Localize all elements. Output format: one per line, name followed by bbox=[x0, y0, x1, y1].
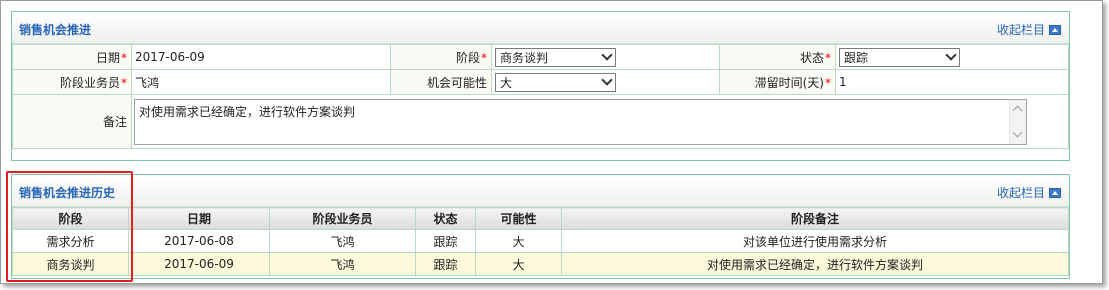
panel-header: 销售机会推进 收起栏目 bbox=[12, 12, 1069, 44]
table-cell: 需求分析 bbox=[12, 229, 129, 253]
stage-owner-field[interactable]: 飞鸿 bbox=[131, 69, 391, 95]
table-cell: 商务谈判 bbox=[12, 252, 129, 276]
stage-select-value: 商务谈判 bbox=[500, 50, 549, 65]
advance-form: 日期* 2017-06-09 阶段* 商务谈判 状态* 跟踪 阶段业务员* 飞鸿… bbox=[12, 44, 1069, 149]
window-frame: 销售机会推进 收起栏目 日期* 2017-06-09 阶段* 商务谈判 状态* … bbox=[0, 0, 1103, 284]
scroll-down-icon[interactable] bbox=[1012, 127, 1023, 137]
probability-select-value: 大 bbox=[500, 75, 513, 90]
probability-select[interactable]: 大 bbox=[495, 72, 616, 92]
stay-time-label: 滞留时间(天)* bbox=[719, 69, 836, 95]
chevron-down-icon bbox=[601, 74, 613, 86]
column-header[interactable]: 日期 bbox=[128, 207, 270, 230]
date-label: 日期* bbox=[12, 44, 132, 70]
collapse-icon bbox=[1049, 187, 1061, 198]
probability-label: 机会可能性 bbox=[390, 69, 492, 95]
advance-history-panel: 销售机会推进历史 收起栏目 阶段 日期 阶段业务员 状态 可能性 阶段备注 需求… bbox=[11, 174, 1070, 279]
collapse-label: 收起栏目 bbox=[996, 23, 1045, 37]
table-cell: 跟踪 bbox=[415, 252, 476, 276]
table-row[interactable]: 商务谈判 2017-06-09 飞鸿 跟踪 大 对使用需求已经确定，进行软件方案… bbox=[12, 252, 1069, 276]
chevron-down-icon bbox=[601, 49, 613, 61]
status-label: 状态* bbox=[719, 44, 836, 70]
panel-header: 销售机会推进历史 收起栏目 bbox=[12, 175, 1069, 207]
column-header[interactable]: 阶段 bbox=[12, 207, 129, 230]
column-header[interactable]: 状态 bbox=[415, 207, 476, 230]
table-cell: 2017-06-08 bbox=[128, 229, 270, 253]
date-field[interactable]: 2017-06-09 bbox=[131, 44, 391, 70]
remark-text: 对使用需求已经确定，进行软件方案谈判 bbox=[139, 104, 356, 119]
stage-owner-label: 阶段业务员* bbox=[12, 69, 132, 95]
stage-label: 阶段* bbox=[390, 44, 492, 70]
collapse-button[interactable]: 收起栏目 bbox=[997, 184, 1061, 201]
table-cell: 对使用需求已经确定，进行软件方案谈判 bbox=[561, 252, 1069, 276]
scroll-up-icon[interactable] bbox=[1012, 105, 1023, 115]
stay-time-field[interactable]: 1 bbox=[835, 69, 1069, 95]
table-cell: 大 bbox=[475, 252, 562, 276]
table-cell: 飞鸿 bbox=[269, 229, 416, 253]
table-cell: 跟踪 bbox=[415, 229, 476, 253]
chevron-down-icon bbox=[945, 49, 957, 61]
panel-title: 销售机会推进 bbox=[19, 23, 92, 37]
collapse-label: 收起栏目 bbox=[996, 186, 1045, 200]
table-cell: 对该单位进行使用需求分析 bbox=[561, 229, 1069, 253]
status-select[interactable]: 跟踪 bbox=[839, 47, 960, 67]
panel-title: 销售机会推进历史 bbox=[19, 186, 116, 200]
collapse-button[interactable]: 收起栏目 bbox=[997, 21, 1061, 38]
table-cell: 2017-06-09 bbox=[128, 252, 270, 276]
collapse-icon bbox=[1049, 24, 1061, 35]
column-header[interactable]: 阶段备注 bbox=[561, 207, 1069, 230]
table-cell: 飞鸿 bbox=[269, 252, 416, 276]
history-table: 阶段 日期 阶段业务员 状态 可能性 阶段备注 需求分析 2017-06-08 … bbox=[12, 207, 1069, 276]
remark-label: 备注 bbox=[12, 94, 132, 149]
column-header[interactable]: 可能性 bbox=[475, 207, 562, 230]
status-select-value: 跟踪 bbox=[844, 50, 869, 65]
scrollbar[interactable] bbox=[1009, 99, 1026, 144]
column-header[interactable]: 阶段业务员 bbox=[269, 207, 416, 230]
table-cell: 大 bbox=[475, 229, 562, 253]
stage-select[interactable]: 商务谈判 bbox=[495, 47, 616, 67]
sales-advance-panel: 销售机会推进 收起栏目 日期* 2017-06-09 阶段* 商务谈判 状态* … bbox=[11, 11, 1070, 161]
table-header-row: 阶段 日期 阶段业务员 状态 可能性 阶段备注 bbox=[12, 207, 1069, 230]
table-row[interactable]: 需求分析 2017-06-08 飞鸿 跟踪 大 对该单位进行使用需求分析 bbox=[12, 229, 1069, 253]
remark-textarea[interactable]: 对使用需求已经确定，进行软件方案谈判 bbox=[134, 98, 1027, 145]
